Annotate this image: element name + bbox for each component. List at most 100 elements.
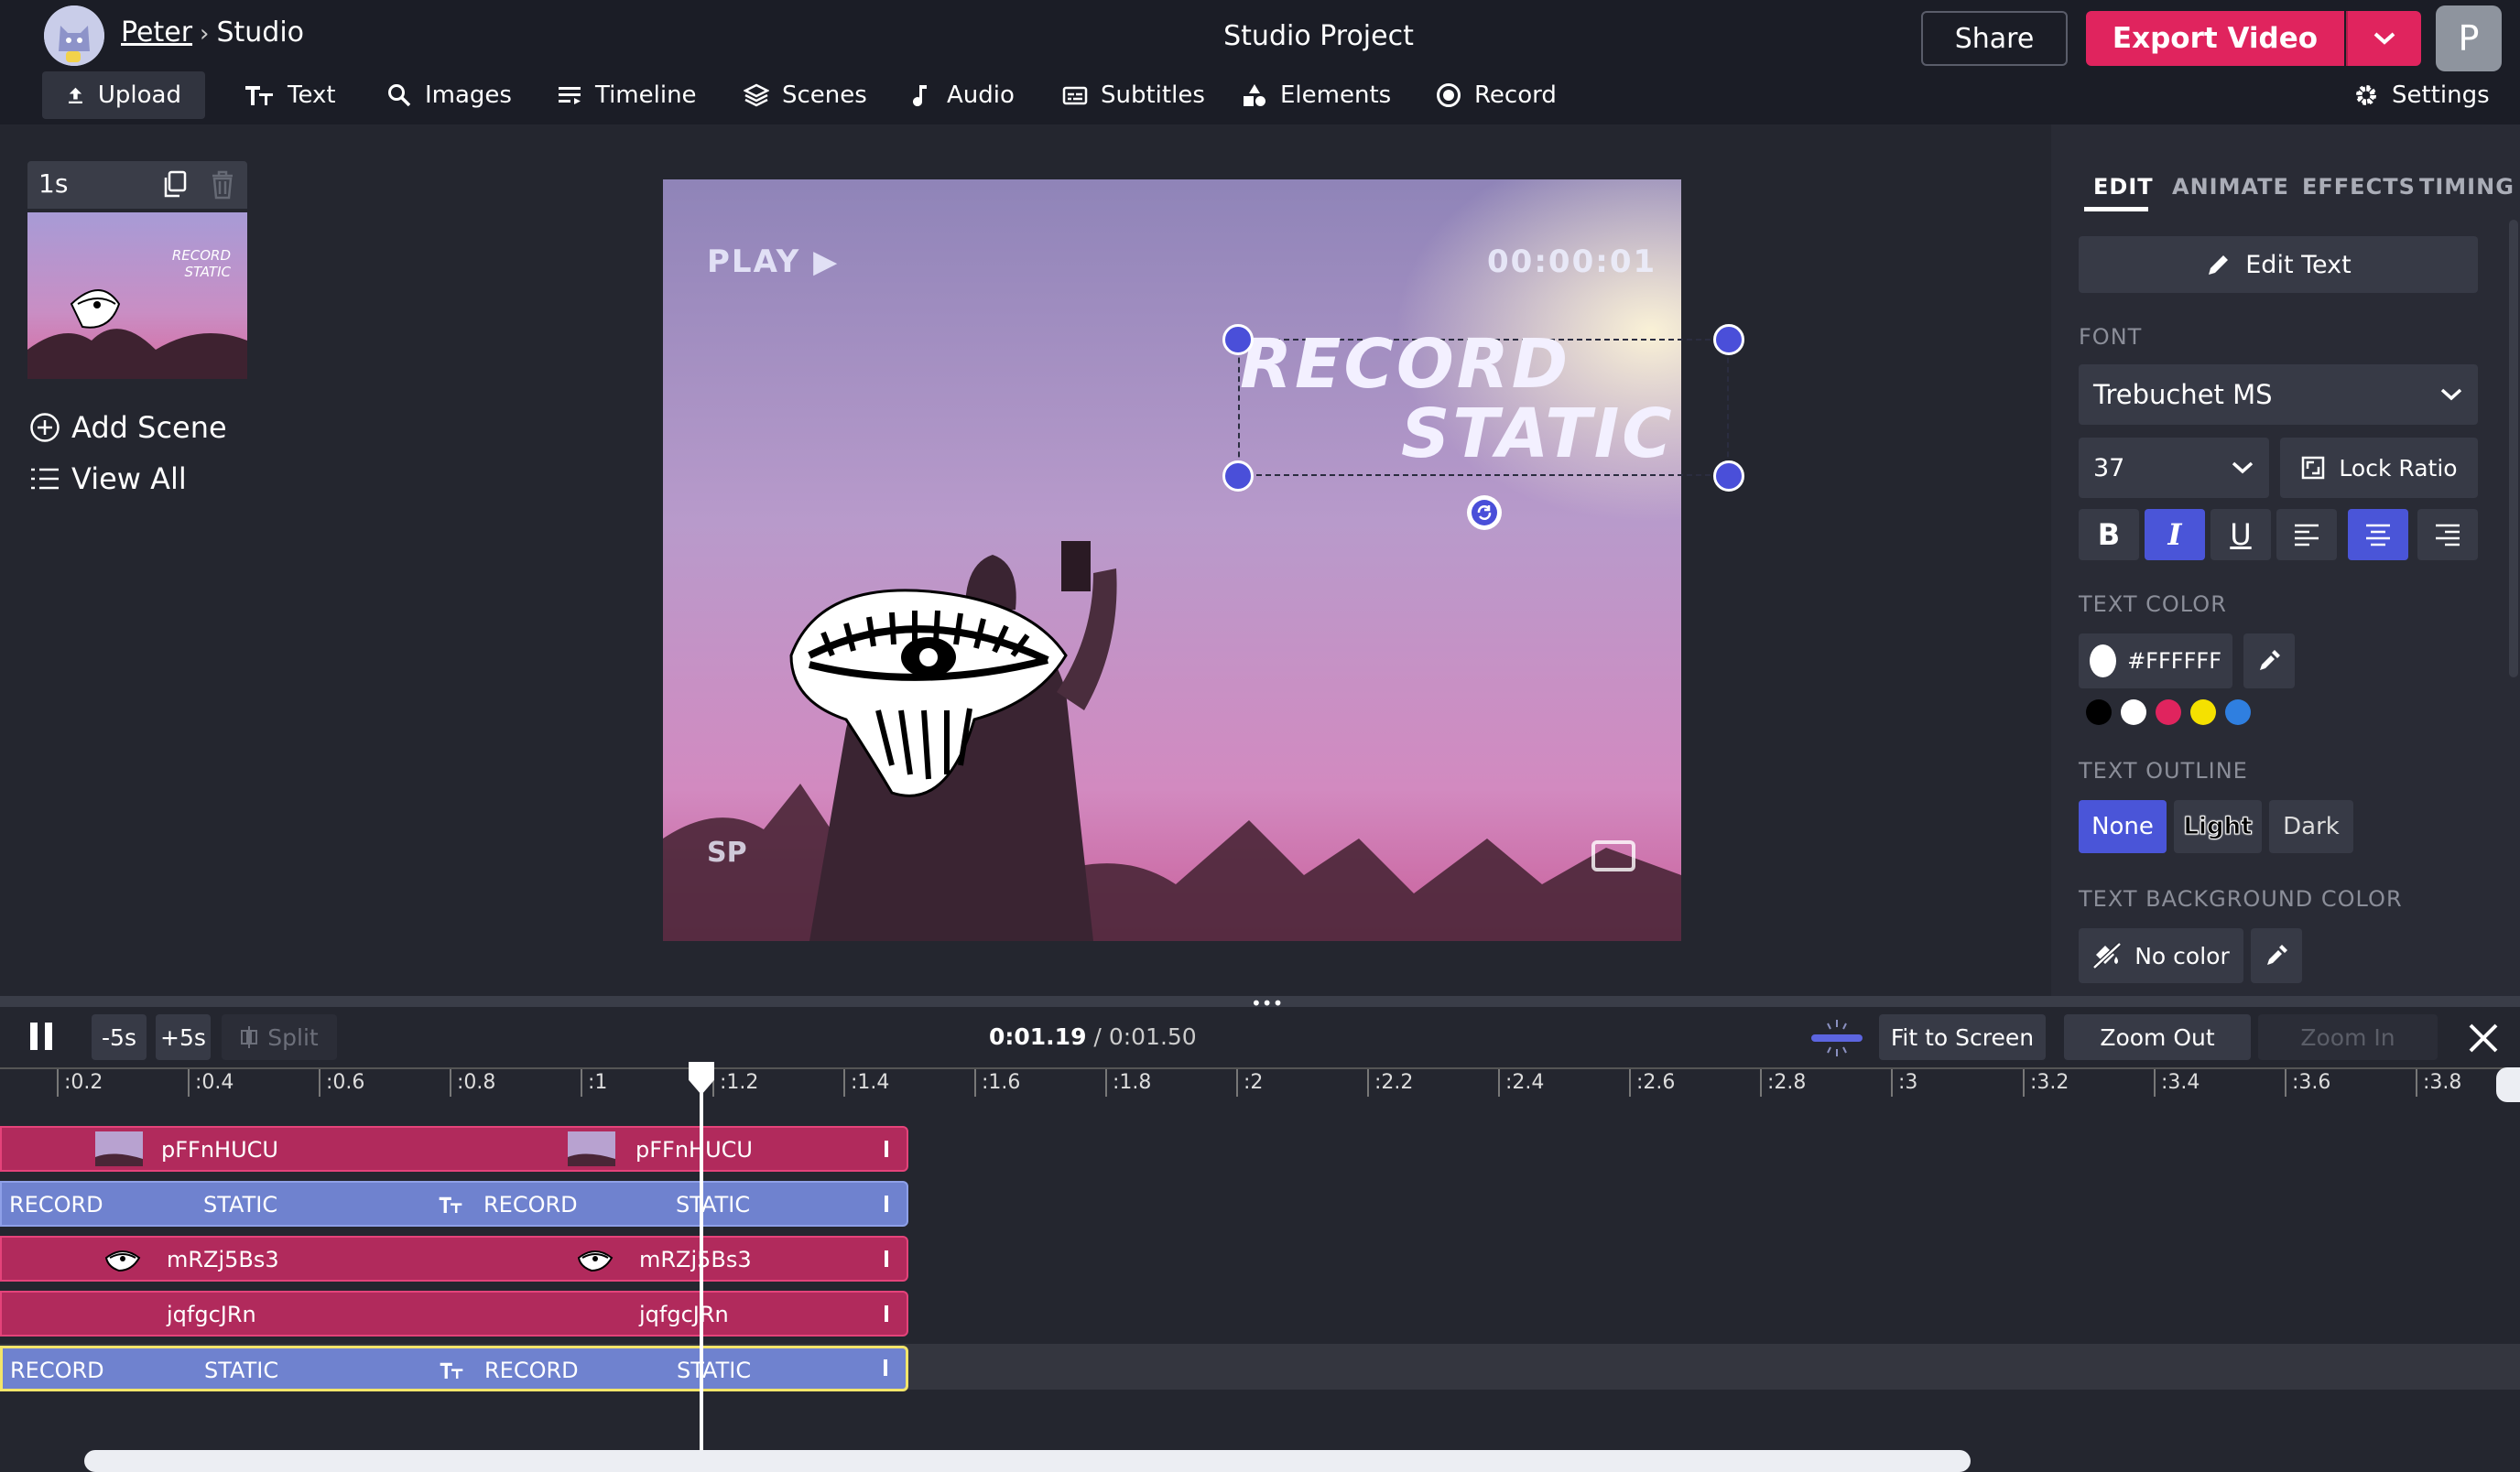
font-value: Trebuchet MS [2093, 379, 2273, 410]
video-canvas[interactable]: PLAY ▶ 00:00:01 SP [663, 179, 1681, 941]
view-all-button[interactable]: View All [29, 461, 187, 496]
toolbar-upload[interactable]: Upload [42, 71, 205, 119]
share-button[interactable]: Share [1921, 11, 2068, 66]
trim-handle[interactable] [885, 1305, 888, 1322]
track-text-selected[interactable]: RECORD STATIC RECORD STATIC [0, 1346, 908, 1391]
scene-thumbnail[interactable] [27, 212, 247, 379]
eyedropper-button[interactable] [2243, 633, 2295, 688]
trim-handle[interactable] [885, 1250, 888, 1267]
ruler-scroll-end[interactable] [2496, 1067, 2520, 1102]
duplicate-scene-icon[interactable] [161, 170, 189, 200]
search-icon [388, 84, 411, 107]
text-icon [439, 1196, 462, 1214]
shapes-icon [1244, 84, 1265, 106]
toolbar-timeline[interactable]: Timeline [533, 71, 721, 119]
toolbar-text[interactable]: Text [220, 71, 360, 119]
resize-handle-top-right[interactable] [1713, 324, 1744, 355]
eyedropper-icon [2260, 650, 2280, 670]
track-sticker[interactable]: mRZj5Bs3 mRZj5Bs3 [0, 1236, 908, 1282]
add-scene-button[interactable]: Add Scene [29, 410, 227, 445]
playhead[interactable] [700, 1067, 703, 1472]
user-link[interactable]: Peter [121, 16, 192, 49]
music-note-icon [913, 85, 927, 107]
delete-scene-icon[interactable] [209, 170, 236, 200]
export-options-dropdown[interactable] [2346, 11, 2421, 66]
toolbar-images[interactable]: Images [363, 71, 536, 119]
align-right-icon [2436, 524, 2460, 547]
canvas-text-static[interactable]: STATIC [1401, 399, 1675, 469]
timeline-horizontal-scrollbar[interactable] [84, 1450, 1971, 1472]
resize-handle-top-left[interactable] [1222, 324, 1254, 355]
vhs-play-label: PLAY ▶ [707, 244, 840, 280]
user-avatar[interactable]: P [2436, 5, 2502, 71]
upload-icon [68, 87, 82, 103]
subtitles-icon [1062, 86, 1088, 105]
split-icon [241, 1026, 258, 1048]
outline-light-button[interactable]: Light [2174, 800, 2262, 853]
tab-animate[interactable]: ANIMATE [2172, 174, 2289, 200]
scene-duration[interactable]: 1s [38, 168, 68, 199]
align-center-button[interactable] [2348, 509, 2408, 560]
time-separator: / [1086, 1023, 1109, 1050]
text-color-picker[interactable]: #FFFFFF [2079, 633, 2232, 688]
back-5s-button[interactable]: -5s [92, 1014, 147, 1060]
ruler-tick-label: :3.6 [2292, 1071, 2331, 1094]
toolbar-elements[interactable]: Elements [1218, 71, 1415, 119]
outline-dark-button[interactable]: Dark [2269, 800, 2353, 853]
project-title[interactable]: Studio Project [1172, 20, 1465, 52]
trim-handle[interactable] [884, 1359, 887, 1376]
fit-to-screen-button[interactable]: Fit to Screen [1879, 1014, 2046, 1060]
track-text[interactable]: RECORD STATIC RECORD STATIC [0, 1181, 908, 1227]
swatch-blue[interactable] [2225, 699, 2251, 725]
align-left-button[interactable] [2276, 509, 2337, 560]
bg-eyedropper-button[interactable] [2251, 928, 2302, 983]
toolbar-record[interactable]: Record [1412, 71, 1580, 119]
font-select[interactable]: Trebuchet MS [2079, 364, 2478, 425]
edit-text-button[interactable]: Edit Text [2079, 236, 2478, 293]
resize-handle-bottom-left[interactable] [1222, 460, 1254, 492]
settings-button[interactable]: Settings [2344, 71, 2499, 119]
clip-label: STATIC [204, 1358, 279, 1383]
forward-5s-button[interactable]: +5s [156, 1014, 211, 1060]
export-video-button[interactable]: Export Video [2086, 11, 2344, 66]
tab-timing[interactable]: TIMING [2419, 174, 2515, 200]
close-timeline-icon[interactable] [2467, 1022, 2500, 1055]
bold-button[interactable]: B [2079, 509, 2139, 560]
toolbar-audio[interactable]: Audio [885, 71, 1038, 119]
swatch-red[interactable] [2156, 699, 2181, 725]
italic-button[interactable]: I [2145, 509, 2205, 560]
track-overlay[interactable]: jqfgcJRn jqfgcJRn [0, 1291, 908, 1337]
track-video[interactable]: pFFnHUCU pFFnHUCU [0, 1126, 908, 1172]
account-avatar[interactable] [44, 5, 104, 66]
total-time: 0:01.50 [1108, 1023, 1197, 1050]
rotate-handle[interactable] [1467, 495, 1502, 530]
outline-none-button[interactable]: None [2079, 800, 2167, 853]
toolbar-scenes[interactable]: Scenes [720, 71, 891, 119]
tab-edit[interactable]: EDIT [2093, 174, 2154, 200]
bg-color-picker[interactable]: No color [2079, 928, 2243, 983]
ruler-tick [1760, 1069, 1762, 1097]
resize-handle-bottom-right[interactable] [1713, 460, 1744, 492]
rotate-icon [1472, 500, 1497, 525]
panel-scrollbar[interactable] [2509, 220, 2518, 677]
swatch-white[interactable] [2121, 699, 2146, 725]
trim-handle[interactable] [885, 1196, 888, 1212]
split-button[interactable]: Split [222, 1014, 337, 1060]
snap-icon[interactable] [1811, 1018, 1863, 1058]
zoom-out-button[interactable]: Zoom Out [2064, 1014, 2251, 1060]
zoom-in-button[interactable]: Zoom In [2258, 1014, 2438, 1060]
tab-effects[interactable]: EFFECTS [2302, 174, 2416, 200]
trim-handle[interactable] [885, 1141, 888, 1157]
swatch-yellow[interactable] [2190, 699, 2216, 725]
pause-button[interactable] [27, 1020, 55, 1056]
toolbar-label: Images [425, 81, 512, 109]
drag-handle-icon[interactable]: ••• [1251, 994, 1283, 1012]
align-right-button[interactable] [2417, 509, 2478, 560]
underline-button[interactable]: U [2210, 509, 2271, 560]
toolbar-subtitles[interactable]: Subtitles [1038, 71, 1229, 119]
lock-ratio-button[interactable]: Lock Ratio [2280, 438, 2478, 498]
swatch-black[interactable] [2086, 699, 2112, 725]
canvas-background-image [663, 179, 1681, 941]
font-size-select[interactable]: 37 [2079, 438, 2269, 498]
canvas-text-record[interactable]: RECORD [1240, 330, 1570, 399]
